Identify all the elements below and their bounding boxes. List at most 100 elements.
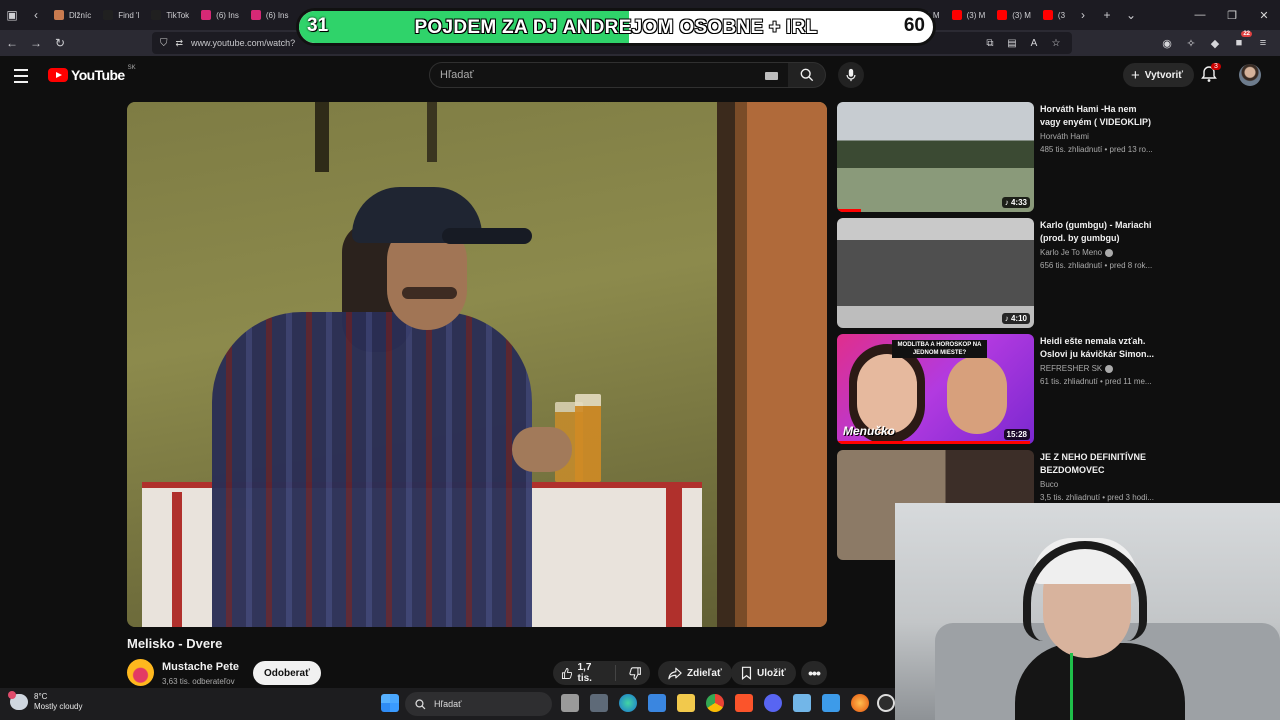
create-button[interactable]: + Vytvoriť bbox=[1123, 63, 1195, 87]
back-icon[interactable]: ← bbox=[0, 30, 24, 56]
window-controls: — ❐ ✕ bbox=[1184, 0, 1280, 30]
more-actions-button[interactable]: ••• bbox=[801, 661, 827, 685]
channel-avatar[interactable] bbox=[127, 659, 154, 686]
chrome-icon[interactable] bbox=[706, 694, 724, 712]
account-avatar[interactable] bbox=[1239, 64, 1261, 86]
save-button[interactable]: Uložiť bbox=[731, 661, 796, 685]
extensions-icon[interactable]: ✧ bbox=[1182, 34, 1200, 52]
channel-name[interactable]: Mustache Pete bbox=[162, 661, 239, 673]
brave-icon[interactable] bbox=[735, 694, 753, 712]
photos-icon[interactable] bbox=[822, 694, 840, 712]
browser-tab-2[interactable]: TikTok bbox=[145, 0, 195, 30]
voice-search-button[interactable] bbox=[838, 62, 864, 88]
hamburger-menu-icon[interactable] bbox=[14, 66, 34, 86]
recommended-video-channel[interactable]: Buco bbox=[1040, 480, 1058, 489]
restore-icon[interactable]: ❐ bbox=[1216, 0, 1248, 30]
thumbnail-caption: Menučko bbox=[843, 424, 896, 438]
youtube-logo[interactable]: YouTube SK bbox=[48, 65, 136, 83]
recommended-video-title[interactable]: JE Z NEHO DEFINITÍVNE BEZDOMOVEC bbox=[1040, 451, 1158, 477]
recommended-video-channel[interactable]: Karlo Je To Meno bbox=[1040, 248, 1114, 257]
keyboard-icon[interactable] bbox=[765, 72, 778, 80]
share-button[interactable]: Zdieľať bbox=[658, 661, 732, 685]
temperature: 8°C bbox=[34, 692, 48, 701]
app-menu-icon[interactable]: ≡ bbox=[1254, 34, 1272, 52]
minimize-icon[interactable]: — bbox=[1184, 0, 1216, 30]
shield-icon[interactable]: ⛉ bbox=[160, 38, 168, 49]
forward-icon[interactable]: → bbox=[24, 30, 48, 56]
browser-tab-4[interactable]: (6) Ins bbox=[245, 0, 295, 30]
reload-icon[interactable]: ↻ bbox=[48, 30, 72, 56]
screenshot-icon[interactable]: ⧉ bbox=[982, 35, 998, 51]
weather-widget[interactable]: 8°C Mostly cloudy bbox=[8, 691, 83, 712]
calculator-icon[interactable] bbox=[590, 694, 608, 712]
search-icon bbox=[415, 698, 426, 709]
browser-tab-0[interactable]: Dlžníc bbox=[48, 0, 97, 30]
tab-favicon-icon bbox=[1042, 10, 1053, 20]
permissions-icon[interactable]: ⇄ bbox=[176, 38, 184, 49]
goal-target-number: 60 bbox=[903, 15, 925, 36]
tab-overview-icon[interactable]: ▣ bbox=[0, 0, 24, 30]
plus-icon: + bbox=[1131, 66, 1140, 84]
store-icon[interactable] bbox=[648, 694, 666, 712]
discord-icon[interactable] bbox=[764, 694, 782, 712]
reader-view-icon[interactable]: ▤ bbox=[1004, 35, 1020, 51]
search-input[interactable] bbox=[440, 69, 740, 81]
video-thumbnail[interactable]: ♪ 4:10 bbox=[837, 218, 1034, 328]
like-button[interactable]: 1,7 tis. bbox=[553, 662, 616, 684]
browser-tab-right-8[interactable]: (3) M bbox=[991, 0, 1037, 30]
bookmark-star-icon[interactable]: ☆ bbox=[1048, 35, 1064, 51]
tab-label: (6) Ins bbox=[265, 10, 289, 20]
dislike-button[interactable] bbox=[621, 665, 650, 681]
weather-description: Mostly cloudy bbox=[34, 702, 83, 711]
subscribe-button[interactable]: Odoberať bbox=[253, 661, 321, 685]
bookmark-icon bbox=[741, 666, 752, 680]
extension-shield-icon[interactable]: ◆ bbox=[1206, 34, 1224, 52]
edge-icon[interactable] bbox=[619, 694, 637, 712]
firefox-icon[interactable] bbox=[851, 694, 869, 712]
translate-icon[interactable]: A bbox=[1026, 35, 1042, 51]
file-explorer-icon[interactable] bbox=[677, 694, 695, 712]
windows-start-icon[interactable] bbox=[381, 694, 399, 712]
recommended-video-title[interactable]: Heidi ešte nemala vzťah. Oslovi ju kávič… bbox=[1040, 335, 1158, 361]
watch-progress-bar bbox=[837, 441, 1031, 444]
duration-text: 15:28 bbox=[1006, 430, 1027, 439]
task-view-icon[interactable] bbox=[561, 694, 579, 712]
url-text[interactable]: www.youtube.com/watch? bbox=[191, 38, 295, 48]
browser-tab-1[interactable]: Find 'l bbox=[97, 0, 145, 30]
tab-favicon-icon bbox=[151, 10, 162, 20]
recommended-video[interactable]: ♪ 4:33 Horváth Hami -Ha nem vagy enyém ( … bbox=[837, 102, 1157, 214]
recommended-video-channel[interactable]: Horváth Hami bbox=[1040, 132, 1089, 141]
new-tab-icon[interactable]: + bbox=[1095, 0, 1119, 30]
video-thumbnail[interactable]: MODLITBA A HOROSKOP NA JEDNOM MIESTE? Men… bbox=[837, 334, 1034, 444]
video-thumbnail[interactable]: ♪ 4:33 bbox=[837, 102, 1034, 212]
browser-tab-right-7[interactable]: (3) M bbox=[946, 0, 992, 30]
browser-tab-3[interactable]: (6) Ins bbox=[195, 0, 245, 30]
tab-scroll-left-icon[interactable]: ‹ bbox=[24, 0, 48, 30]
tab-scroll-right-icon[interactable]: › bbox=[1071, 0, 1095, 30]
duration-text: 4:10 bbox=[1010, 314, 1027, 323]
account-icon[interactable]: ◉ bbox=[1158, 34, 1176, 52]
extension-badge-icon[interactable]: ■ 22 bbox=[1230, 31, 1252, 52]
obs-icon[interactable] bbox=[877, 694, 895, 712]
taskbar-search[interactable]: Hľadať bbox=[405, 692, 552, 716]
close-icon[interactable]: ✕ bbox=[1248, 0, 1280, 30]
taskbar-search-placeholder: Hľadať bbox=[434, 699, 462, 709]
tab-list-dropdown-icon[interactable]: ⌄ bbox=[1119, 0, 1143, 30]
recommended-video-title[interactable]: Karlo (gumbgu) - Mariachi (prod. by gumb… bbox=[1040, 219, 1158, 245]
notifications-button[interactable]: 3 bbox=[1200, 63, 1221, 85]
recommended-video[interactable]: ♪ 4:10 Karlo (gumbgu) - Mariachi (prod. b… bbox=[837, 218, 1157, 330]
search-button[interactable] bbox=[788, 62, 826, 88]
save-label: Uložiť bbox=[757, 667, 786, 679]
recommended-video[interactable]: MODLITBA A HOROSKOP NA JEDNOM MIESTE? Men… bbox=[837, 334, 1157, 446]
recommended-video-channel[interactable]: REFRESHER SK bbox=[1040, 364, 1114, 373]
notification-count-badge: 3 bbox=[1211, 63, 1221, 70]
browser-tab-right-9[interactable]: (3 bbox=[1037, 0, 1071, 30]
verified-check-icon bbox=[1105, 248, 1114, 257]
notepad-icon[interactable] bbox=[793, 694, 811, 712]
recommended-video-title[interactable]: Horváth Hami -Ha nem vagy enyém ( VIDEOK… bbox=[1040, 103, 1158, 129]
tab-label: (6) Ins bbox=[216, 10, 239, 20]
microphone-icon bbox=[846, 68, 856, 82]
video-player[interactable] bbox=[127, 102, 827, 627]
os-taskbar: 8°C Mostly cloudy Hľadať bbox=[0, 688, 895, 720]
like-count: 1,7 tis. bbox=[577, 662, 592, 684]
